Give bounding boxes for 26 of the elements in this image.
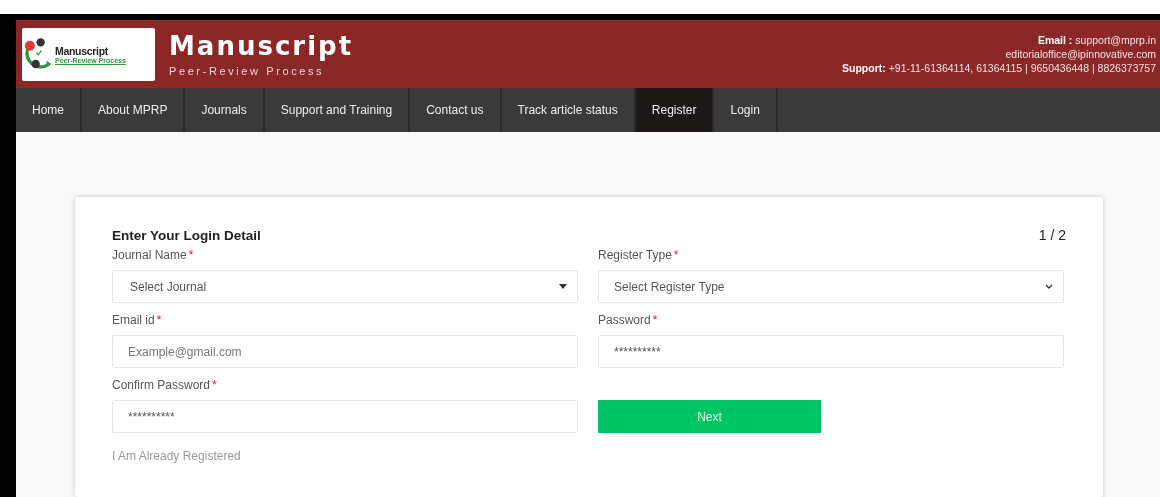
contact-line: Support: +91-11-61364114, 61364115 | 9650436448 | 8826373757 [842,62,1156,75]
contact-line: Email : support@mprp.in [1037,34,1156,47]
required-mark: * [188,247,194,262]
site-subtitle: Peer-Review Process [169,65,326,78]
password-field[interactable]: ********** [112,400,578,433]
required-mark: * [212,377,217,392]
logo-name: Manuscript [55,44,108,57]
field-label: Email id [112,312,155,327]
required-mark: * [652,312,658,327]
contact-line: editorialoffice@ipinnovative.com [1005,48,1156,61]
register-type-select[interactable]: Select Register Type [598,270,1064,303]
step-indicator: 1 / 2 [1038,227,1066,243]
email-field[interactable]: Example@gmail.com [112,335,578,368]
journal-dropdown[interactable]: Select Journal [112,270,578,303]
chevron-icon [1045,284,1053,289]
field-label: Confirm Password [112,377,211,392]
caret-icon [559,284,567,289]
field-label: Journal Name [112,247,187,262]
form-title: Enter Your Login Detail [112,227,261,243]
field-label: Password [598,312,651,327]
site-title: Manuscript [169,31,354,62]
field-label: Register Type [598,247,672,262]
nav-item[interactable]: Register [635,88,715,132]
required-mark: * [673,247,679,262]
required-mark: * [156,312,162,327]
password-field[interactable]: ********** [598,335,1064,368]
